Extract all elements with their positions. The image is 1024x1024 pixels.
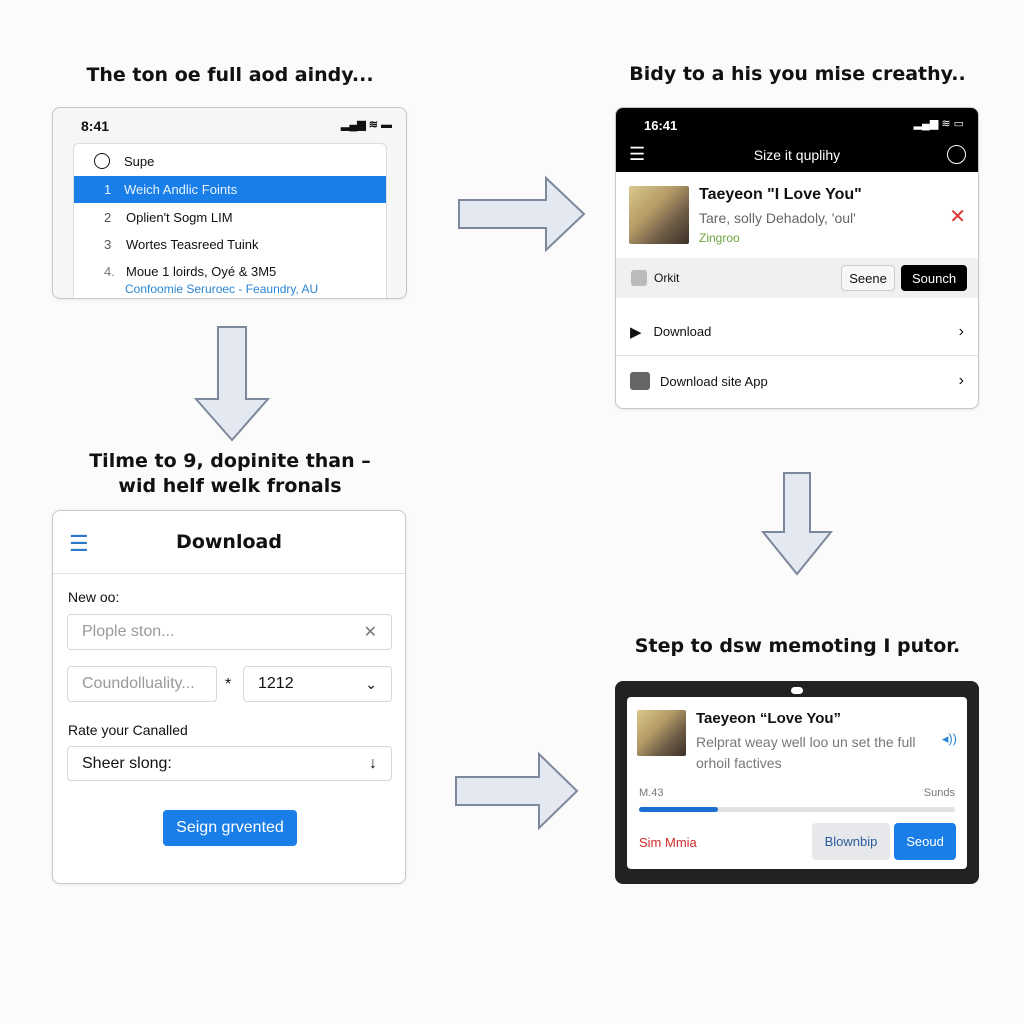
close-icon[interactable]: ✕ bbox=[949, 204, 966, 229]
item-num: 2 bbox=[104, 210, 112, 225]
arrow-right-1 bbox=[458, 175, 586, 253]
chevron-right-icon: › bbox=[958, 372, 964, 389]
panel2-caption: Bidy to a his you mise creathy.. bbox=[629, 63, 966, 85]
power-icon[interactable] bbox=[947, 145, 966, 164]
select-value: 1212 bbox=[258, 675, 294, 692]
play-icon: ▶ bbox=[630, 323, 642, 341]
times-label: * bbox=[225, 676, 232, 693]
menu-label: Download bbox=[653, 324, 712, 339]
primary-button[interactable]: Seoud bbox=[894, 823, 956, 860]
chevron-right-icon: › bbox=[958, 322, 964, 340]
select-value: Sheer slong: bbox=[82, 754, 172, 772]
app-header: 16:41 ▂▄▆ ≋ ▭ ☰ Size it quplihy bbox=[616, 108, 978, 172]
album-art bbox=[637, 710, 686, 756]
camera bbox=[791, 687, 803, 694]
status-icons: ▂▄▆ ≋ ▬ bbox=[340, 119, 392, 131]
caption-line: wid helf welk fronals bbox=[118, 475, 342, 497]
panel3-caption: Tilme to 9, dopinite than – wid helf wel… bbox=[50, 449, 410, 499]
panel3-form: ☰ Download New oo: Plople ston... ✕ Coun… bbox=[52, 510, 406, 884]
panel2-phone: 16:41 ▂▄▆ ≋ ▭ ☰ Size it quplihy Taeyeon … bbox=[615, 107, 979, 409]
item-label: Weich Andlic Foints bbox=[124, 182, 238, 197]
panel4-caption: Step to dsw memoting I putor. bbox=[634, 635, 961, 657]
placeholder: Plople ston... bbox=[82, 623, 175, 640]
song-select[interactable]: Sheer slong: ↓ bbox=[67, 746, 392, 781]
arrow-down-1 bbox=[193, 326, 271, 442]
song-source: Zingroo bbox=[699, 231, 740, 245]
progress-fill bbox=[639, 807, 718, 812]
secondary-button[interactable]: Seene bbox=[841, 265, 895, 291]
primary-button[interactable]: Sounch bbox=[901, 265, 967, 291]
item-num: 3 bbox=[104, 237, 112, 252]
divider bbox=[53, 573, 405, 574]
action-label: Orkit bbox=[654, 271, 680, 285]
song-title: Taeyeon “Love You” bbox=[696, 710, 842, 727]
volume-icon[interactable]: ◂)) bbox=[942, 731, 957, 747]
app-icon bbox=[630, 372, 650, 390]
list-item-1[interactable]: 1 Weich Andlic Foints bbox=[74, 176, 386, 203]
progress-left: M.43 bbox=[639, 787, 664, 799]
list-item-2[interactable]: 2 Oplien't Sogm LIM bbox=[74, 205, 386, 230]
progress-track[interactable] bbox=[639, 807, 955, 812]
size-select[interactable]: 1212 ⌄ bbox=[243, 666, 392, 702]
item-num: 1 bbox=[104, 182, 112, 197]
field-label: New oo: bbox=[68, 589, 120, 605]
status-time: 16:41 bbox=[644, 118, 678, 133]
song-subtitle: Tare, solly Dehadoly, 'oul' bbox=[699, 210, 856, 226]
status-icons: ▂▄▆ ≋ ▭ bbox=[913, 118, 964, 130]
album-art bbox=[629, 186, 689, 244]
tablet-frame: Taeyeon “Love You” Relprat weay well loo… bbox=[615, 681, 979, 884]
header-title: Size it quplihy bbox=[753, 147, 841, 163]
quality-input[interactable]: Coundolluality... bbox=[67, 666, 217, 702]
song-title: Taeyeon "I Love You" bbox=[699, 186, 862, 203]
form-title: Download bbox=[176, 531, 282, 553]
caption-line: Tilme to 9, dopinite than – bbox=[89, 450, 371, 472]
panel1-phone: 8:41 ▂▄▆ ≋ ▬ Supe 1 Weich Andlic Foints … bbox=[52, 107, 407, 299]
list-item-3[interactable]: 3 Wortes Teasreed Tuink bbox=[74, 232, 386, 257]
item-label: Moue 1 loirds, Oyé & 3M5 bbox=[126, 263, 277, 279]
red-link[interactable]: Sim Mmia bbox=[639, 835, 697, 850]
arrow-right-2 bbox=[455, 751, 579, 831]
menu-item-download[interactable]: ▶ Download › bbox=[616, 308, 978, 356]
secondary-button[interactable]: Blownbip bbox=[812, 823, 890, 860]
action-bar: Orkit Seene Sounch bbox=[616, 258, 978, 298]
search-input[interactable]: Plople ston... ✕ bbox=[67, 614, 392, 650]
menu-label: Download site App bbox=[660, 373, 768, 389]
list-item-4[interactable]: 4. Moue 1 loirds, Oyé & 3M5 bbox=[74, 260, 386, 282]
tablet-screen: Taeyeon “Love You” Relprat weay well loo… bbox=[627, 697, 967, 869]
item-label: Oplien't Sogm LIM bbox=[126, 210, 233, 225]
chevron-down-icon: ⌄ bbox=[365, 675, 377, 692]
list-panel: Supe 1 Weich Andlic Foints 2 Oplien't So… bbox=[73, 143, 387, 298]
arrow-down-2 bbox=[760, 472, 834, 576]
list-header: Supe bbox=[124, 153, 155, 169]
clear-icon[interactable]: ✕ bbox=[364, 622, 377, 642]
toggle-icon[interactable] bbox=[631, 270, 647, 286]
song-desc: Relprat weay well loo un set the full or… bbox=[696, 734, 916, 771]
clock-icon bbox=[94, 153, 110, 169]
status-time: 8:41 bbox=[81, 118, 110, 134]
list-item-4-sub[interactable]: Confoomie Seruroec - Feaundry, AU bbox=[125, 282, 318, 296]
menu-item-app[interactable]: Download site App › bbox=[616, 358, 978, 404]
field-label: Rate your Canalled bbox=[68, 722, 188, 738]
download-arrow-icon: ↓ bbox=[369, 754, 377, 772]
progress-right: Sunds bbox=[923, 787, 955, 799]
submit-button[interactable]: Seign grvented bbox=[163, 810, 297, 846]
panel1-caption: The ton oe full aod aindy... bbox=[86, 64, 374, 86]
item-label: Wortes Teasreed Tuink bbox=[126, 237, 259, 252]
item-num: 4. bbox=[104, 263, 115, 279]
